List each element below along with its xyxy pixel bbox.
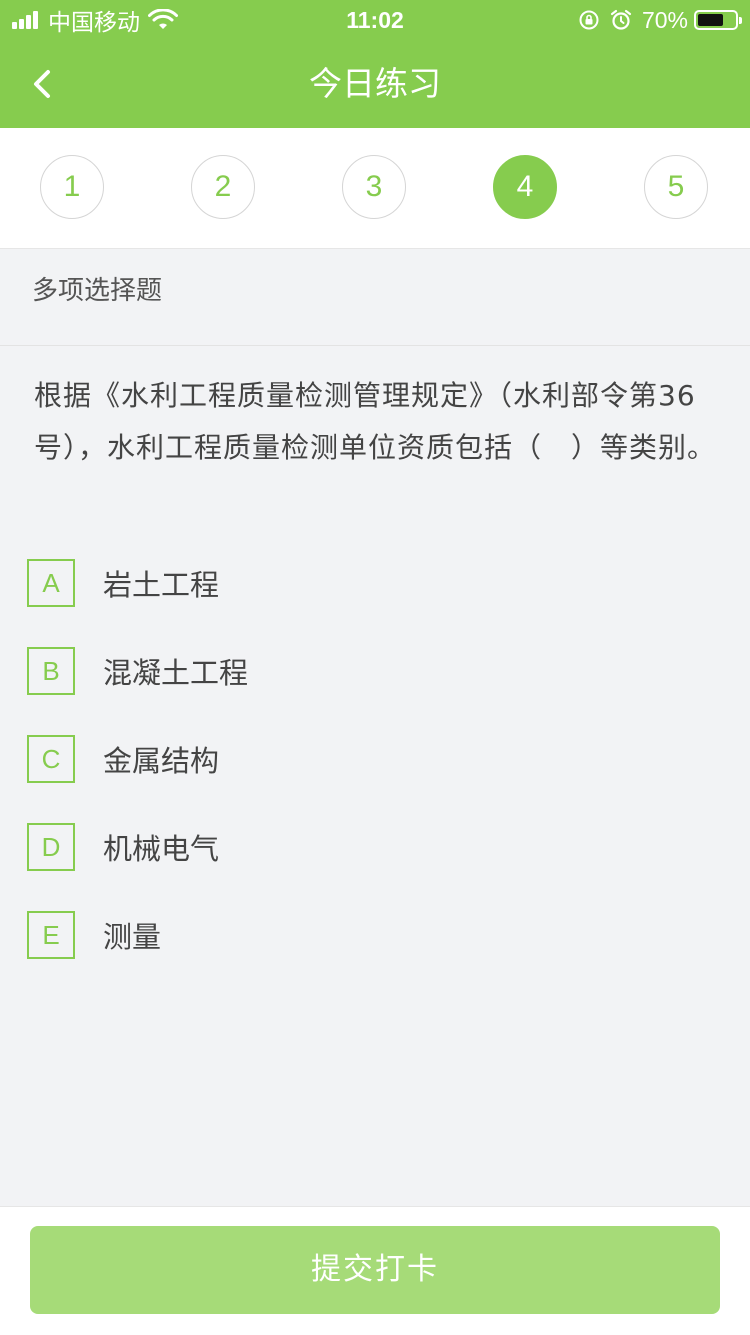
option-c-label: 金属结构 — [103, 744, 220, 778]
step-2[interactable]: 2 — [191, 155, 255, 219]
step-3[interactable]: 3 — [342, 155, 406, 219]
option-d-label: 机械电气 — [103, 832, 220, 866]
option-b-checkbox[interactable]: B — [27, 647, 75, 695]
battery-percent: 70% — [641, 6, 688, 33]
battery-icon — [694, 10, 742, 30]
page-title: 今日练习 — [309, 64, 441, 103]
footer: 提交打卡 — [0, 1206, 750, 1335]
question-text: 根据《水利工程质量检测管理规定》（水利部令第36号），水利工程质量检测单位资质包… — [34, 379, 717, 464]
option-e[interactable]: E 测量 — [27, 911, 717, 959]
step-5[interactable]: 5 — [644, 155, 708, 219]
step-4[interactable]: 4 — [493, 155, 557, 219]
option-c-checkbox[interactable]: C — [27, 735, 75, 783]
step-1[interactable]: 1 — [40, 155, 104, 219]
status-bar: 中国移动 11:02 70% — [0, 0, 750, 40]
option-d-checkbox[interactable]: D — [27, 823, 75, 871]
rotation-lock-icon — [579, 10, 599, 30]
option-a[interactable]: A 岩土工程 — [27, 559, 717, 607]
question-step-bar: 1 2 3 4 5 — [0, 128, 750, 249]
option-e-checkbox[interactable]: E — [27, 911, 75, 959]
chevron-left-icon — [34, 70, 50, 98]
submit-button[interactable]: 提交打卡 — [30, 1226, 720, 1314]
option-b[interactable]: B 混凝土工程 — [27, 647, 717, 695]
option-a-label: 岩土工程 — [103, 568, 220, 602]
option-c[interactable]: C 金属结构 — [27, 735, 717, 783]
question-type-label: 多项选择题 — [32, 276, 163, 306]
back-button[interactable] — [20, 60, 68, 108]
alarm-icon — [610, 9, 632, 30]
option-b-label: 混凝土工程 — [103, 656, 249, 690]
option-e-label: 测量 — [103, 920, 162, 954]
option-d[interactable]: D 机械电气 — [27, 823, 717, 871]
nav-bar: 今日练习 — [0, 40, 750, 128]
option-a-checkbox[interactable]: A — [27, 559, 75, 607]
divider — [0, 345, 750, 346]
